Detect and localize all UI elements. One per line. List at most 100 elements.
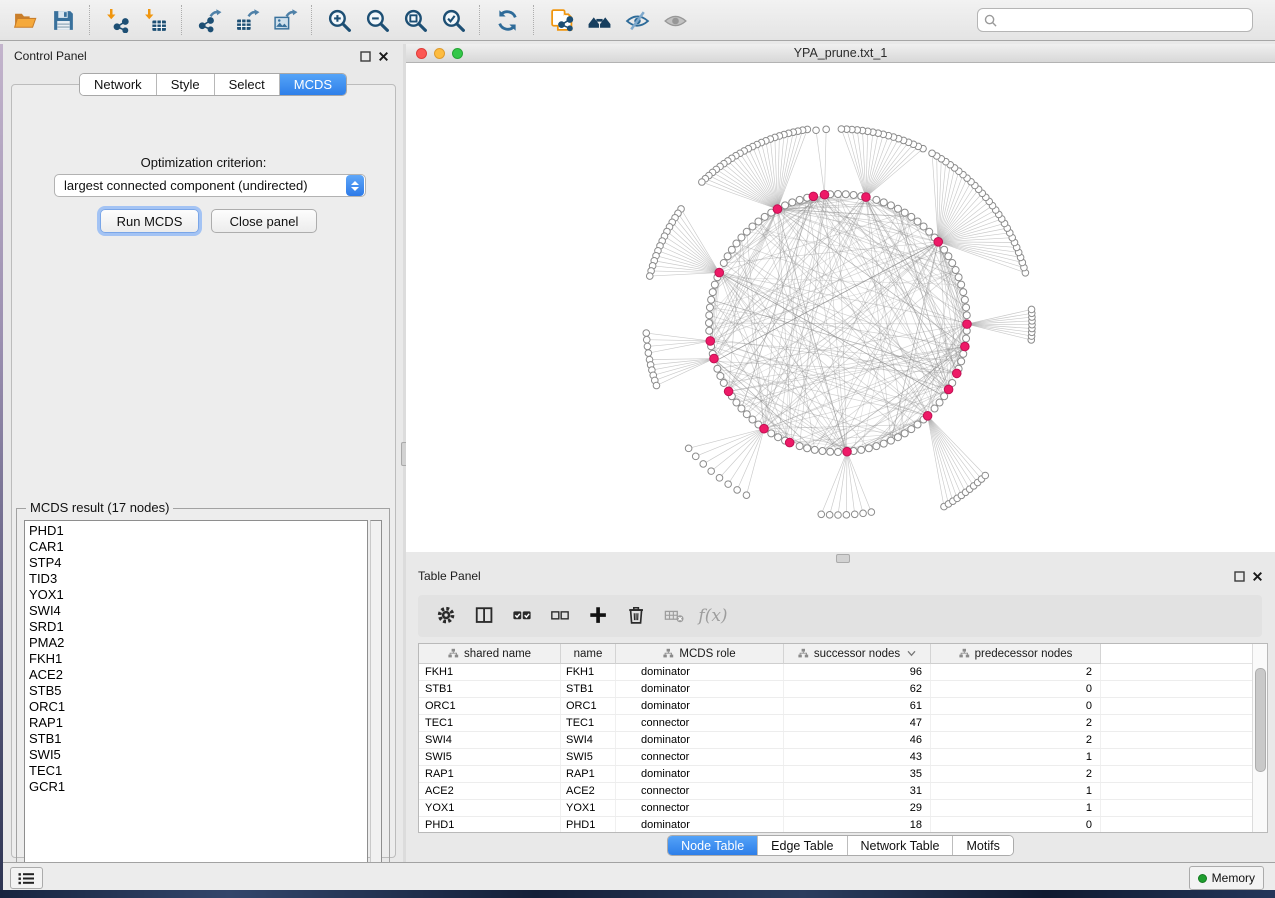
network-node[interactable] — [761, 213, 768, 220]
mcds-result-item[interactable]: ACE2 — [29, 667, 367, 683]
network-node[interactable] — [717, 372, 724, 379]
network-node[interactable] — [880, 440, 887, 447]
mcds-result-item[interactable]: CAR1 — [29, 539, 367, 555]
mcds-hub-node[interactable] — [862, 193, 871, 202]
float-panel-icon[interactable] — [360, 51, 371, 62]
import-table-button[interactable] — [138, 3, 172, 37]
network-graph[interactable] — [406, 63, 1275, 552]
network-node[interactable] — [842, 191, 849, 198]
network-node[interactable] — [775, 434, 782, 441]
network-node[interactable] — [901, 209, 908, 216]
network-node[interactable] — [720, 379, 727, 386]
network-node[interactable] — [749, 416, 756, 423]
mcds-result-item[interactable]: TEC1 — [29, 763, 367, 779]
mcds-result-item[interactable]: STB5 — [29, 683, 367, 699]
network-node[interactable] — [941, 246, 948, 253]
satellite-node[interactable] — [692, 453, 699, 460]
network-node[interactable] — [880, 199, 887, 206]
network-node[interactable] — [926, 228, 933, 235]
network-node[interactable] — [720, 260, 727, 267]
mcds-hub-node[interactable] — [773, 205, 782, 214]
first-neighbors-button[interactable] — [582, 3, 616, 37]
network-node[interactable] — [768, 430, 775, 437]
network-node[interactable] — [743, 411, 750, 418]
satellite-node[interactable] — [645, 350, 652, 357]
network-node[interactable] — [728, 246, 735, 253]
network-node[interactable] — [920, 223, 927, 230]
network-node[interactable] — [706, 327, 713, 334]
network-node[interactable] — [733, 240, 740, 247]
mcds-hub-node[interactable] — [760, 424, 769, 433]
network-node[interactable] — [706, 320, 713, 327]
network-node[interactable] — [796, 196, 803, 203]
mcds-result-item[interactable]: SWI5 — [29, 747, 367, 763]
network-node[interactable] — [706, 304, 713, 311]
satellite-node[interactable] — [716, 475, 723, 482]
network-canvas[interactable] — [406, 63, 1275, 552]
mcds-result-item[interactable]: TID3 — [29, 571, 367, 587]
satellite-node[interactable] — [685, 445, 692, 452]
mcds-result-item[interactable]: PMA2 — [29, 635, 367, 651]
network-node[interactable] — [711, 281, 718, 288]
table-mode-gear-button[interactable] — [430, 599, 464, 633]
search-input[interactable] — [997, 12, 1246, 28]
network-node[interactable] — [958, 281, 965, 288]
mcds-list-scrollbar[interactable] — [370, 520, 382, 868]
network-node[interactable] — [709, 289, 716, 296]
hide-selected-button[interactable] — [620, 3, 654, 37]
network-node[interactable] — [908, 426, 915, 433]
save-session-button[interactable] — [46, 3, 80, 37]
refresh-button[interactable] — [490, 3, 524, 37]
network-node[interactable] — [782, 202, 789, 209]
network-node[interactable] — [738, 234, 745, 241]
satellite-node[interactable] — [646, 273, 653, 280]
tab-node-table[interactable]: Node Table — [668, 836, 758, 855]
satellite-node[interactable] — [826, 512, 833, 519]
network-node[interactable] — [908, 213, 915, 220]
network-node[interactable] — [865, 445, 872, 452]
satellite-node[interactable] — [734, 487, 741, 494]
table-row[interactable]: SWI4SWI4dominator462 — [419, 732, 1253, 749]
network-node[interactable] — [733, 399, 740, 406]
tab-edge-table[interactable]: Edge Table — [758, 836, 847, 855]
table-row[interactable]: PHD1PHD1dominator180 — [419, 817, 1253, 833]
network-node[interactable] — [945, 253, 952, 260]
mcds-result-item[interactable]: RAP1 — [29, 715, 367, 731]
network-node[interactable] — [835, 449, 842, 456]
satellite-node[interactable] — [644, 343, 651, 350]
network-node[interactable] — [887, 437, 894, 444]
table-row[interactable]: RAP1RAP1dominator352 — [419, 766, 1253, 783]
select-all-checkboxes-button[interactable] — [506, 599, 540, 633]
satellite-node[interactable] — [982, 472, 989, 479]
network-node[interactable] — [755, 218, 762, 225]
network-node[interactable] — [914, 421, 921, 428]
horizontal-splitter-grip[interactable] — [836, 554, 850, 563]
satellite-node[interactable] — [838, 126, 845, 133]
network-node[interactable] — [706, 312, 713, 319]
export-image-button[interactable] — [268, 3, 302, 37]
mcds-result-list[interactable]: PHD1CAR1STP4TID3YOX1SWI4SRD1PMA2FKH1ACE2… — [24, 520, 368, 868]
tab-select[interactable]: Select — [215, 74, 280, 95]
network-node[interactable] — [724, 253, 731, 260]
mcds-hub-node[interactable] — [706, 337, 715, 346]
satellite-node[interactable] — [929, 150, 936, 157]
network-node[interactable] — [901, 430, 908, 437]
satellite-node[interactable] — [851, 511, 858, 518]
satellite-node[interactable] — [643, 336, 650, 343]
mcds-hub-node[interactable] — [923, 411, 932, 420]
network-node[interactable] — [819, 448, 826, 455]
network-node[interactable] — [960, 350, 967, 357]
satellite-node[interactable] — [699, 179, 706, 186]
network-node[interactable] — [873, 196, 880, 203]
network-node[interactable] — [961, 296, 968, 303]
network-node[interactable] — [835, 191, 842, 198]
network-node[interactable] — [887, 202, 894, 209]
network-node[interactable] — [894, 205, 901, 212]
network-node[interactable] — [963, 312, 970, 319]
network-node[interactable] — [914, 218, 921, 225]
satellite-node[interactable] — [743, 492, 750, 499]
network-node[interactable] — [963, 304, 970, 311]
network-node[interactable] — [743, 228, 750, 235]
open-file-button[interactable] — [8, 3, 42, 37]
table-row[interactable]: SWI5SWI5connector431 — [419, 749, 1253, 766]
